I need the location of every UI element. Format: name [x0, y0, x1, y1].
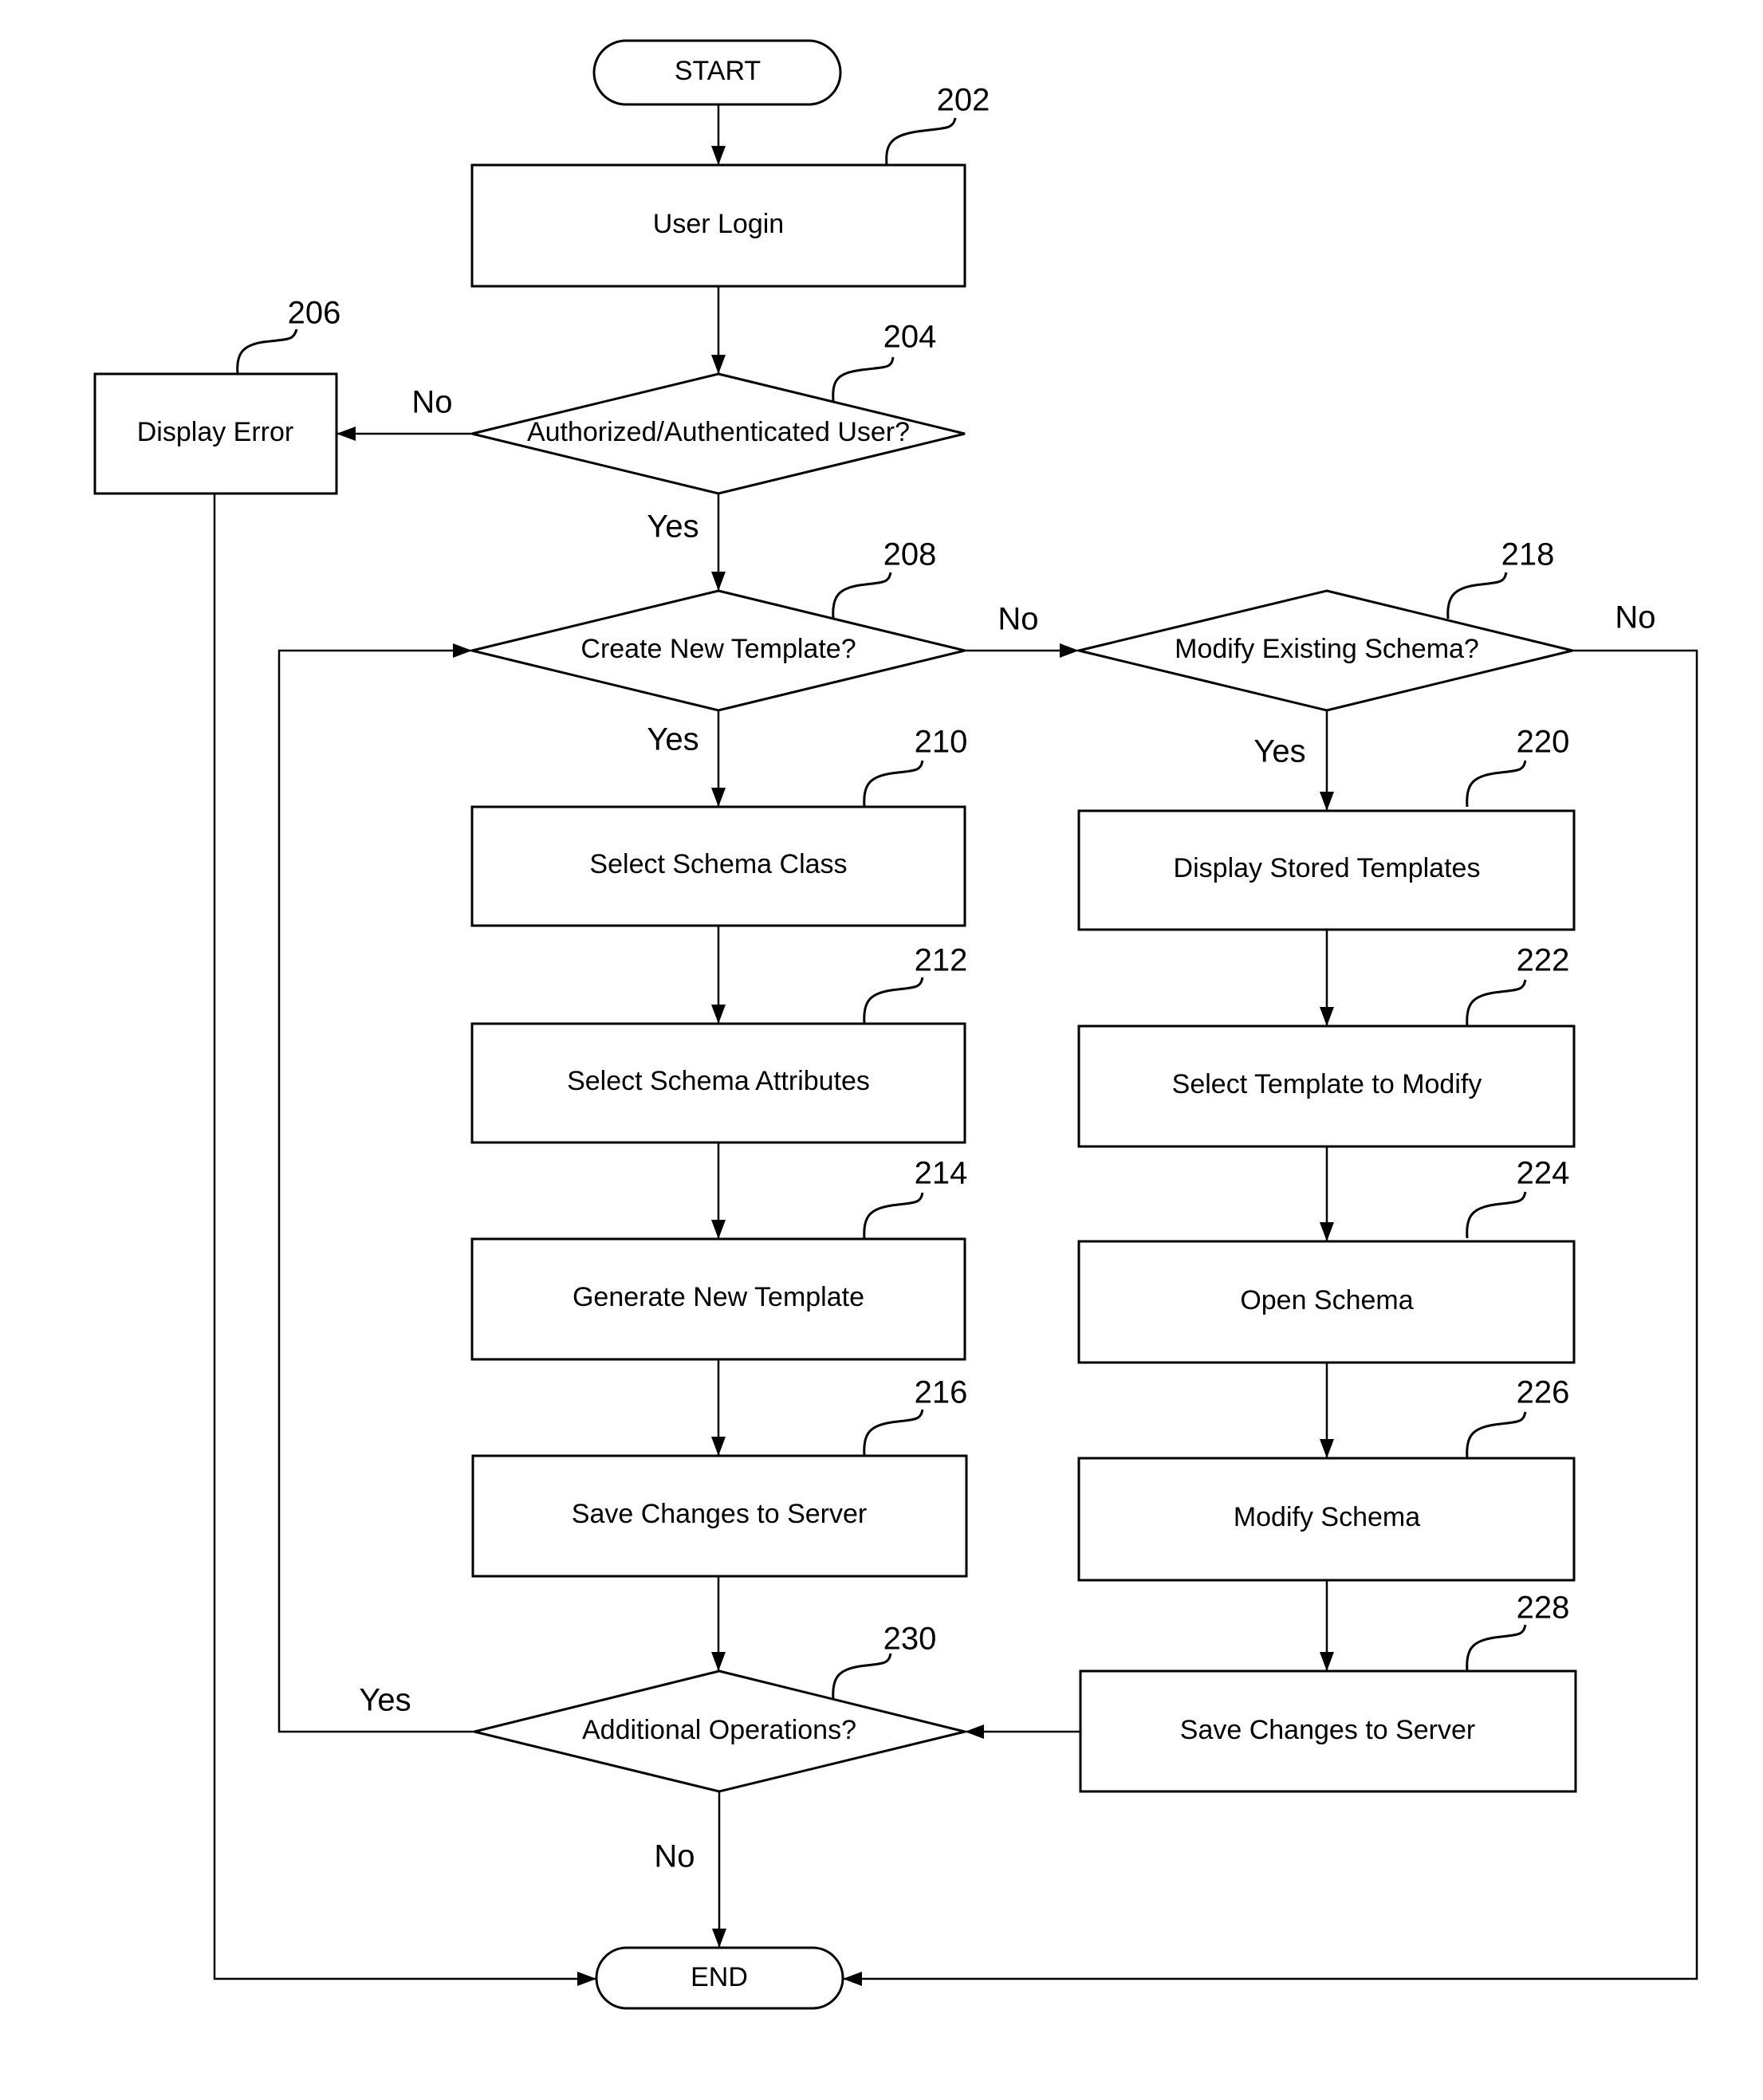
process-display-stored-templates: Display Stored Templates	[1077, 809, 1576, 931]
svg-text:222: 222	[1517, 943, 1570, 978]
edge-label-auth-yes: Yes	[647, 509, 699, 545]
svg-text:228: 228	[1517, 1591, 1570, 1626]
decision-modify-existing-schema: Modify Existing Schema?	[1078, 589, 1573, 712]
edge-label-auth-no: No	[411, 385, 452, 420]
ref-218: 218	[1446, 537, 1555, 619]
select-template-label: Select Template to Modify	[1172, 1069, 1482, 1099]
edge-label-additional-no: No	[654, 1839, 695, 1874]
svg-text:220: 220	[1517, 725, 1570, 760]
end-label: END	[691, 1962, 748, 1992]
display-templates-label: Display Stored Templates	[1174, 853, 1481, 883]
svg-text:214: 214	[915, 1156, 968, 1191]
ref-230: 230	[832, 1622, 937, 1701]
svg-text:210: 210	[915, 725, 968, 760]
decision-authorized-user: Authorized/Authenticated User?	[471, 372, 966, 495]
svg-text:216: 216	[915, 1375, 968, 1410]
svg-text:224: 224	[1517, 1156, 1570, 1191]
svg-text:202: 202	[937, 83, 990, 118]
modify-schema-label: Modify Schema	[1234, 1502, 1420, 1532]
ref-210: 210	[863, 725, 968, 808]
process-select-template: Select Template to Modify	[1077, 1024, 1576, 1148]
select-attributes-label: Select Schema Attributes	[567, 1066, 870, 1096]
process-save-changes-left: Save Changes to Server	[471, 1454, 968, 1578]
decision-create-new-template: Create New Template?	[471, 589, 966, 712]
process-generate-new-template: Generate New Template	[470, 1237, 966, 1361]
start-terminal: START	[592, 39, 842, 106]
svg-text:230: 230	[883, 1622, 937, 1657]
process-open-schema: Open Schema	[1077, 1240, 1576, 1364]
ref-222: 222	[1466, 943, 1570, 1027]
user-login-label: User Login	[653, 209, 784, 239]
auth-check-label: Authorized/Authenticated User?	[527, 417, 910, 447]
select-class-label: Select Schema Class	[589, 849, 847, 879]
ref-206: 206	[236, 296, 341, 375]
process-user-login: User Login	[470, 163, 966, 288]
edge-error-to-end	[213, 494, 596, 1986]
ref-226: 226	[1466, 1375, 1570, 1459]
ref-212: 212	[863, 943, 968, 1024]
process-modify-schema: Modify Schema	[1077, 1457, 1576, 1582]
process-select-schema-class: Select Schema Class	[470, 805, 966, 927]
start-label: START	[675, 56, 761, 86]
ref-202: 202	[885, 83, 990, 166]
save-left-label: Save Changes to Server	[572, 1499, 867, 1529]
decision-additional-operations: Additional Operations?	[474, 1669, 966, 1793]
display-error-label: Display Error	[137, 417, 293, 447]
edge-label-create-yes: Yes	[647, 722, 699, 757]
ref-208: 208	[832, 537, 937, 619]
svg-text:204: 204	[883, 320, 937, 355]
process-display-error: Display Error	[93, 372, 338, 495]
open-schema-label: Open Schema	[1240, 1285, 1413, 1315]
end-terminal: END	[595, 1946, 844, 2010]
process-save-changes-right: Save Changes to Server	[1079, 1669, 1577, 1793]
save-right-label: Save Changes to Server	[1180, 1715, 1475, 1745]
svg-text:208: 208	[883, 537, 937, 572]
svg-text:206: 206	[288, 296, 341, 331]
flowchart: START END User Login Display Error Selec…	[93, 39, 1698, 2010]
create-template-label: Create New Template?	[580, 634, 856, 664]
ref-204: 204	[832, 320, 937, 402]
edge-label-additional-yes: Yes	[359, 1683, 411, 1718]
ref-228: 228	[1466, 1591, 1570, 1672]
svg-text:218: 218	[1501, 537, 1555, 572]
ref-220: 220	[1466, 725, 1570, 808]
additional-ops-label: Additional Operations?	[582, 1715, 856, 1745]
modify-schema-question-label: Modify Existing Schema?	[1175, 634, 1479, 664]
ref-216: 216	[863, 1375, 968, 1457]
ref-214: 214	[863, 1156, 968, 1240]
svg-text:212: 212	[915, 943, 968, 978]
process-select-schema-attributes: Select Schema Attributes	[470, 1022, 966, 1144]
edge-label-create-no: No	[998, 602, 1038, 637]
edge-label-modify-yes: Yes	[1253, 734, 1305, 769]
generate-template-label: Generate New Template	[573, 1282, 864, 1312]
edge-label-modify-no: No	[1615, 600, 1655, 635]
edge-additional-yes-loop	[277, 643, 474, 1733]
ref-224: 224	[1466, 1156, 1570, 1239]
svg-text:226: 226	[1517, 1375, 1570, 1410]
